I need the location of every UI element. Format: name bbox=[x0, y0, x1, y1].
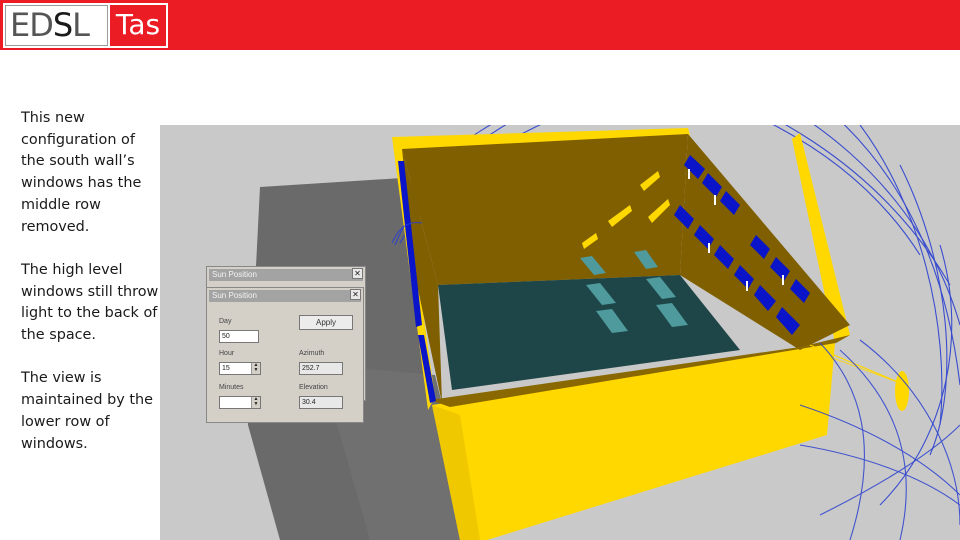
minutes-label: Minutes bbox=[219, 384, 244, 391]
edsl-tas-logo: EDSL Tas bbox=[3, 3, 168, 48]
description-text: This new configuration of the south wall… bbox=[21, 108, 159, 477]
dialog-title: Sun Position bbox=[209, 290, 361, 302]
azimuth-label: Azimuth bbox=[299, 350, 325, 357]
description-paragraph: The high level windows still throw light… bbox=[21, 261, 159, 344]
close-icon[interactable]: ✕ bbox=[352, 268, 363, 279]
minutes-stepper[interactable]: ▲ ▼ bbox=[219, 396, 261, 409]
3d-viewport[interactable]: Sun Position ✕ Sun Position ✕ Day 50 App… bbox=[160, 125, 960, 540]
day-field[interactable]: 50 bbox=[219, 330, 259, 343]
close-icon[interactable]: ✕ bbox=[350, 289, 361, 300]
elevation-label: Elevation bbox=[299, 384, 328, 391]
spin-arrows-icon[interactable]: ▲ ▼ bbox=[251, 363, 260, 374]
elevation-field: 30.4 bbox=[299, 396, 343, 409]
logo-edsl: EDSL bbox=[5, 5, 108, 46]
azimuth-field: 252.7 bbox=[299, 362, 343, 375]
day-label: Day bbox=[219, 318, 232, 325]
dialog-title: Sun Position bbox=[209, 269, 363, 281]
logo-tas: Tas bbox=[110, 5, 166, 46]
description-paragraph: This new configuration of the south wall… bbox=[21, 110, 142, 235]
header-bar: EDSL Tas bbox=[0, 0, 960, 50]
hour-label: Hour bbox=[219, 350, 235, 357]
hour-value: 15 bbox=[222, 365, 230, 372]
description-paragraph: The view is maintained by the lower row … bbox=[21, 370, 153, 452]
hour-stepper[interactable]: 15 ▲ ▼ bbox=[219, 362, 261, 375]
spin-arrows-icon[interactable]: ▲ ▼ bbox=[251, 397, 260, 408]
sun-position-dialog[interactable]: Sun Position ✕ Day 50 Apply Hour 15 ▲ ▼ A… bbox=[206, 287, 364, 423]
apply-button[interactable]: Apply bbox=[299, 315, 353, 330]
